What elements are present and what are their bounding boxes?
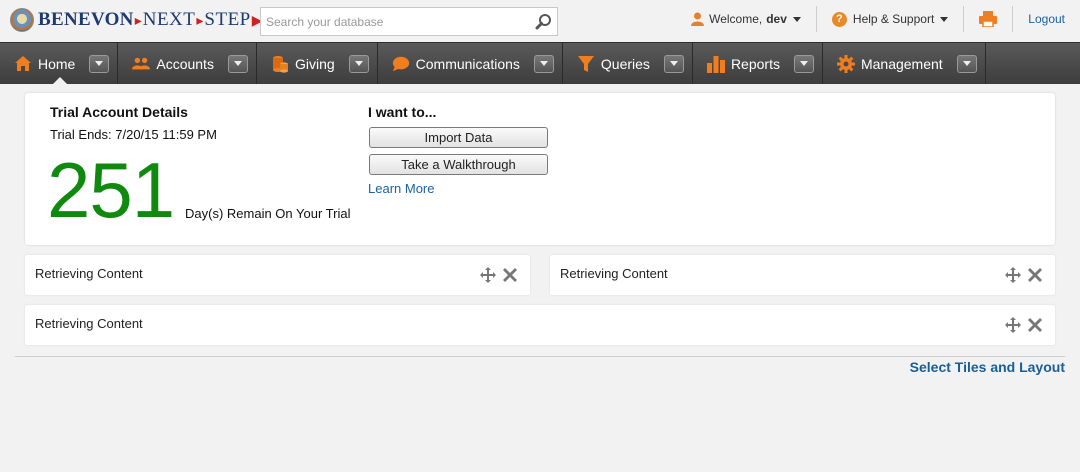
- content-tile: Retrieving Content: [550, 255, 1055, 295]
- coins-icon: [271, 55, 289, 73]
- nav-communications-dropdown[interactable]: [533, 54, 554, 73]
- logo-name-right: NEXT: [142, 9, 196, 30]
- tile-status: Retrieving Content: [35, 316, 143, 331]
- nav-home[interactable]: Home: [0, 43, 119, 85]
- print-button[interactable]: [963, 6, 1012, 32]
- search-box: [260, 7, 558, 36]
- content-tile: Retrieving Content: [25, 255, 530, 295]
- search-input[interactable]: [261, 8, 531, 35]
- divider: [15, 356, 1065, 357]
- top-header: BENEVON ▸ NEXT ▸ STEP ▶ Welcome, dev ? H…: [0, 0, 1080, 42]
- move-icon[interactable]: [480, 267, 496, 283]
- logout-link[interactable]: Logout: [1012, 6, 1080, 32]
- printer-icon: [979, 11, 998, 27]
- nav-giving-label: Giving: [294, 55, 335, 72]
- nav-giving-dropdown[interactable]: [348, 54, 369, 73]
- nav-queries[interactable]: Queries: [563, 43, 693, 84]
- nav-reports[interactable]: Reports: [693, 43, 823, 84]
- help-support-menu[interactable]: ? Help & Support: [815, 6, 963, 32]
- nav-reports-label: Reports: [730, 55, 780, 72]
- welcome-menu[interactable]: Welcome, dev: [676, 6, 816, 32]
- logo-arrow-icon: ▸: [196, 11, 204, 28]
- close-icon[interactable]: [502, 267, 518, 283]
- nav-management-label: Management: [860, 55, 943, 72]
- i-want-to-title: I want to...: [368, 104, 437, 120]
- help-icon: ?: [831, 11, 847, 27]
- nav-communications-label: Communications: [415, 55, 520, 72]
- nav-home-dropdown[interactable]: [89, 54, 110, 73]
- chevron-down-icon: [940, 16, 949, 22]
- nav-accounts-label: Accounts: [156, 55, 214, 72]
- content-tile: Retrieving Content: [25, 305, 1055, 345]
- user-links: Welcome, dev ? Help & Support Logout: [676, 6, 1080, 32]
- main-nav: Home Accounts Giving Communications Quer…: [0, 42, 1080, 85]
- select-tiles-layout-link[interactable]: Select Tiles and Layout: [910, 359, 1065, 375]
- gear-icon: [836, 54, 855, 73]
- logo-name-tail: STEP: [204, 9, 251, 30]
- trial-account-panel: Trial Account Details Trial Ends: 7/20/1…: [25, 93, 1055, 245]
- bar-chart-icon: [706, 55, 725, 73]
- nav-home-label: Home: [38, 55, 76, 72]
- walkthrough-button[interactable]: Take a Walkthrough: [369, 154, 548, 175]
- funnel-icon: [577, 55, 595, 73]
- close-icon[interactable]: [1027, 317, 1043, 333]
- home-icon: [14, 55, 32, 73]
- seal-icon: [10, 8, 34, 32]
- import-data-button[interactable]: Import Data: [369, 127, 548, 148]
- nav-queries-dropdown[interactable]: [663, 54, 684, 73]
- nav-queries-label: Queries: [600, 55, 650, 72]
- move-icon[interactable]: [1005, 267, 1021, 283]
- move-icon[interactable]: [1005, 317, 1021, 333]
- nav-management[interactable]: Management: [823, 43, 986, 84]
- days-remaining-count: 251: [47, 146, 175, 234]
- search-icon[interactable]: [535, 13, 553, 31]
- welcome-label: Welcome,: [709, 12, 763, 26]
- nav-accounts[interactable]: Accounts: [118, 43, 257, 84]
- nav-accounts-dropdown[interactable]: [227, 54, 248, 73]
- nav-reports-dropdown[interactable]: [793, 54, 814, 73]
- tile-status: Retrieving Content: [560, 266, 668, 281]
- learn-more-link[interactable]: Learn More: [368, 181, 434, 196]
- logo-name-left: BENEVON: [38, 9, 134, 30]
- accounts-icon: [132, 55, 151, 73]
- trial-title: Trial Account Details: [50, 104, 188, 120]
- benevon-logo[interactable]: BENEVON ▸ NEXT ▸ STEP ▶: [10, 6, 264, 34]
- speech-bubble-icon: [392, 55, 410, 73]
- tile-status: Retrieving Content: [35, 266, 143, 281]
- logout-label: Logout: [1028, 12, 1065, 26]
- logo-arrow-icon: ▸: [134, 11, 142, 28]
- nav-giving[interactable]: Giving: [257, 43, 378, 84]
- user-icon: [691, 12, 705, 26]
- days-remaining-label: Day(s) Remain On Your Trial: [185, 206, 351, 221]
- chevron-down-icon: [792, 16, 801, 22]
- nav-communications[interactable]: Communications: [378, 43, 563, 84]
- username: dev: [766, 12, 787, 26]
- nav-management-dropdown[interactable]: [956, 54, 977, 73]
- close-icon[interactable]: [1027, 267, 1043, 283]
- help-label: Help & Support: [852, 12, 935, 26]
- trial-ends: Trial Ends: 7/20/15 11:59 PM: [50, 127, 217, 142]
